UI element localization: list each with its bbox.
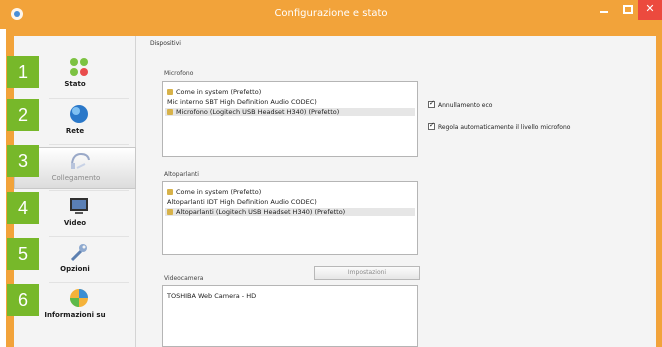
maximize-button[interactable] xyxy=(616,0,640,20)
window-client: Stato Rete Collegamento Video Opzioni In… xyxy=(14,36,656,347)
step-badge-2: 2 xyxy=(7,99,39,131)
monitor-icon xyxy=(70,198,88,214)
divider xyxy=(49,98,129,99)
microphone-small-icon xyxy=(167,109,173,115)
camera-list[interactable]: TOSHIBA Web Camera - HD xyxy=(162,285,418,347)
step-badge-1: 1 xyxy=(7,56,39,88)
list-item[interactable]: Come in system (Prefetto) xyxy=(167,188,261,196)
echo-cancel-checkbox[interactable]: Annullamento eco xyxy=(428,99,492,109)
checkbox-checked[interactable] xyxy=(428,121,435,130)
checkbox-checked[interactable] xyxy=(428,99,435,108)
main-panel: Dispositivi Microfono Come in system (Pr… xyxy=(146,36,656,347)
minimize-icon xyxy=(600,11,608,13)
speaker-small-icon xyxy=(167,189,173,195)
network-globe-icon xyxy=(70,105,88,123)
divider xyxy=(49,190,129,191)
list-item[interactable]: Mic interno SBT High Definition Audio CO… xyxy=(167,98,317,106)
speaker-small-icon xyxy=(167,89,173,95)
speakers-list[interactable]: Come in system (Prefetto) Altoparlanti I… xyxy=(162,181,418,255)
speakers-label: Altoparlanti xyxy=(164,171,199,178)
auto-adjust-mic-checkbox[interactable]: Regola automaticamente il livello microf… xyxy=(428,121,570,131)
microphone-list[interactable]: Come in system (Prefetto) Mic interno SB… xyxy=(162,81,418,157)
camera-label: Videocamera xyxy=(164,275,204,282)
list-item-selected[interactable]: Altoparlanti (Logitech USB Headset H340)… xyxy=(165,208,415,216)
minimize-button[interactable] xyxy=(592,0,616,20)
window-frame: Stato Rete Collegamento Video Opzioni In… xyxy=(6,29,662,347)
page-title: Dispositivi xyxy=(150,40,181,47)
title-bar[interactable]: Configurazione e stato ✕ xyxy=(0,0,662,29)
list-item[interactable]: Altoparlanti IDT High Definition Audio C… xyxy=(167,198,317,206)
maximize-icon xyxy=(623,5,633,14)
step-badge-3: 3 xyxy=(7,145,39,177)
speaker-small-icon xyxy=(167,209,173,215)
list-item-selected[interactable]: Microfono (Logitech USB Headset H340) (P… xyxy=(165,108,415,116)
step-badge-5: 5 xyxy=(7,238,39,270)
close-icon: ✕ xyxy=(645,2,655,15)
list-item[interactable]: Come in system (Prefetto) xyxy=(167,88,261,96)
divider xyxy=(49,282,129,283)
headset-icon xyxy=(71,152,90,169)
close-button[interactable]: ✕ xyxy=(638,0,662,20)
step-badge-6: 6 xyxy=(7,284,39,316)
status-icon xyxy=(70,58,88,76)
list-item[interactable]: TOSHIBA Web Camera - HD xyxy=(167,292,256,300)
info-icon xyxy=(70,289,88,307)
microphone-label: Microfono xyxy=(164,70,194,77)
divider xyxy=(49,236,129,237)
window-title: Configurazione e stato xyxy=(274,8,388,19)
camera-settings-button[interactable]: Impostazioni xyxy=(314,266,420,280)
divider xyxy=(49,144,129,145)
wrench-icon xyxy=(70,244,87,262)
step-badge-4: 4 xyxy=(7,192,39,224)
app-window: Configurazione e stato ✕ 1 2 3 4 5 6 Sta… xyxy=(0,0,662,347)
